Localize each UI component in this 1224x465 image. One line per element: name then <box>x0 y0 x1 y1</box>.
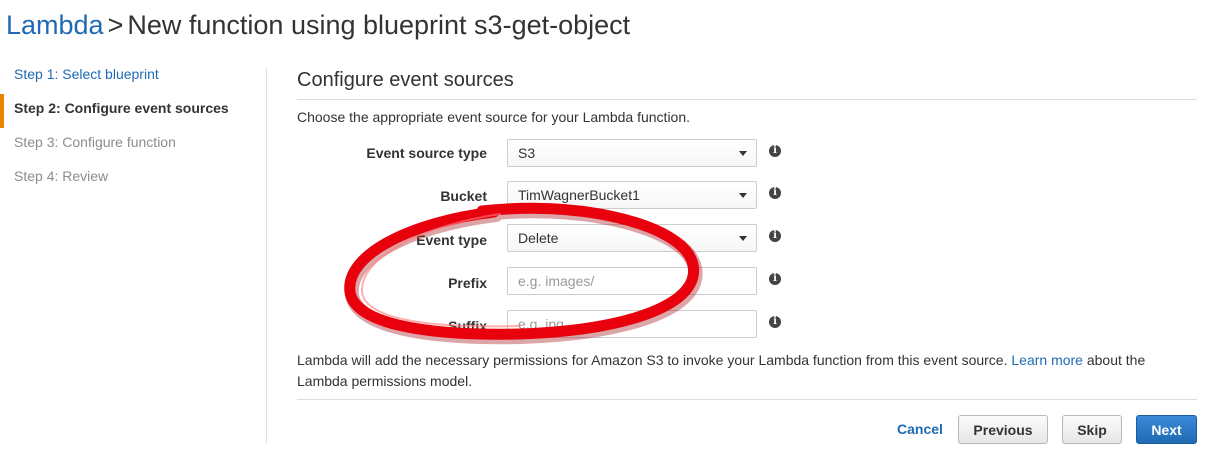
chevron-down-icon <box>739 236 747 241</box>
sidebar-divider <box>266 68 267 443</box>
step-configure-function: Step 3: Configure function <box>14 134 176 150</box>
breadcrumb-separator: > <box>107 10 124 40</box>
permissions-note: Lambda will add the necessary permission… <box>297 350 1197 392</box>
chevron-down-icon <box>739 151 747 156</box>
suffix-input[interactable] <box>507 310 757 338</box>
step-configure-event-sources: Step 2: Configure event sources <box>0 94 266 128</box>
info-icon[interactable]: i <box>769 316 781 328</box>
bucket-row: Bucket TimWagnerBucket1 i <box>297 181 1197 209</box>
lambda-wizard-page: Lambda > New function using blueprint s3-g… <box>0 0 1224 465</box>
event-type-label: Event type <box>416 232 487 248</box>
info-icon[interactable]: i <box>769 145 781 157</box>
suffix-row: Suffix i <box>297 310 1197 338</box>
info-icon[interactable]: i <box>769 187 781 199</box>
previous-button[interactable]: Previous <box>958 415 1048 444</box>
event-type-select[interactable]: Delete <box>507 224 757 252</box>
bucket-value: TimWagnerBucket1 <box>518 187 640 203</box>
suffix-label: Suffix <box>448 318 487 334</box>
footer-divider <box>297 399 1197 400</box>
info-icon[interactable]: i <box>769 230 781 242</box>
prefix-input[interactable] <box>507 267 757 295</box>
learn-more-link[interactable]: Learn more <box>1011 352 1083 368</box>
next-button[interactable]: Next <box>1136 415 1197 444</box>
page-header: Lambda > New function using blueprint s3-g… <box>6 6 630 46</box>
event-type-value: Delete <box>518 230 559 246</box>
info-icon[interactable]: i <box>769 273 781 285</box>
page-title: New function using blueprint s3-get-obje… <box>127 10 631 40</box>
breadcrumb-lambda-link[interactable]: Lambda <box>6 10 104 40</box>
prefix-row: Prefix i <box>297 267 1197 295</box>
chevron-down-icon <box>739 193 747 198</box>
event-type-row: Event type Delete i <box>297 224 1197 252</box>
wizard-steps: Step 1: Select blueprint Step 2: Configu… <box>0 60 266 196</box>
event-source-type-select[interactable]: S3 <box>507 139 757 167</box>
section-description: Choose the appropriate event source for … <box>297 109 691 125</box>
section-title: Configure event sources <box>297 69 514 91</box>
event-source-type-row: Event source type S3 i <box>297 139 1197 167</box>
event-source-type-value: S3 <box>518 145 536 161</box>
cancel-button[interactable]: Cancel <box>890 415 950 444</box>
section-divider <box>297 99 1197 100</box>
step-review: Step 4: Review <box>14 168 109 184</box>
step-select-blueprint[interactable]: Step 1: Select blueprint <box>0 60 266 94</box>
prefix-label: Prefix <box>448 275 487 291</box>
permissions-note-text: Lambda will add the necessary permission… <box>297 352 1008 368</box>
event-source-type-label: Event source type <box>366 145 487 161</box>
bucket-select[interactable]: TimWagnerBucket1 <box>507 181 757 209</box>
bucket-label: Bucket <box>440 188 487 204</box>
skip-button[interactable]: Skip <box>1062 415 1122 444</box>
